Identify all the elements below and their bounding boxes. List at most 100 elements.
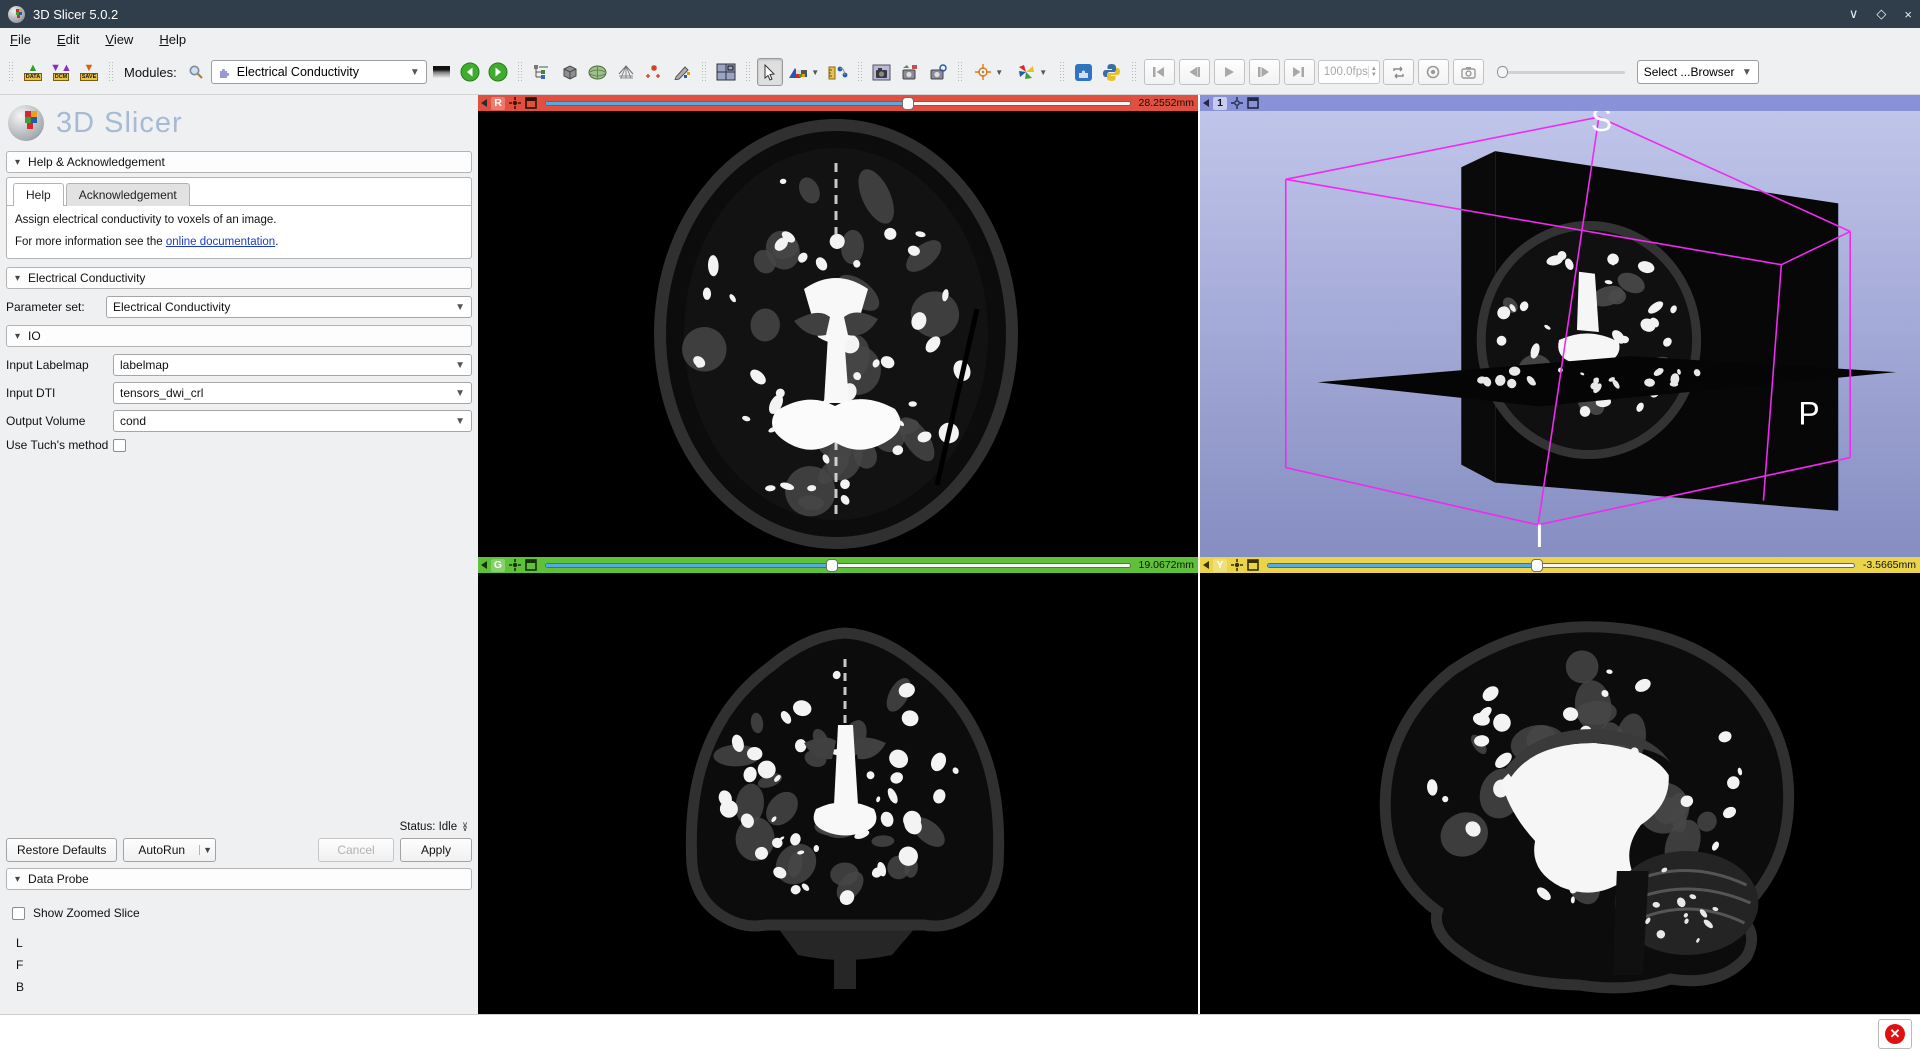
module-section-header[interactable]: ▾ Electrical Conductivity [6,267,472,289]
slice-menu-icon[interactable] [525,97,537,109]
toolbar-grip[interactable] [517,61,523,83]
sequence-next-button[interactable] [1249,59,1280,85]
toolbar-grip[interactable] [1131,61,1137,83]
mouse-interaction-button[interactable] [757,58,783,86]
sequence-play-button[interactable] [1214,59,1245,85]
toolbar-grip[interactable] [8,61,14,83]
python-console-button[interactable] [1099,58,1125,86]
error-log-button[interactable]: ✕ [1878,1019,1912,1049]
ruler-markups-button[interactable] [825,58,851,86]
green-slice-canvas[interactable] [478,573,1198,1014]
slice-menu-icon[interactable] [525,559,537,571]
slider-handle[interactable] [1531,559,1543,572]
error-log-icon: ✕ [1885,1024,1905,1044]
maximize-icon[interactable]: ◇ [1876,6,1886,22]
menu-file[interactable]: File [10,32,31,47]
tab-help[interactable]: Help [13,183,64,206]
red-slice-slider[interactable] [545,97,1131,109]
menu-view[interactable]: View [105,32,133,47]
load-data-button[interactable]: ▲ DATA [20,58,46,86]
online-documentation-link[interactable]: online documentation [166,236,275,248]
yellow-view-label: Y [1213,559,1227,572]
markups-button[interactable] [641,58,667,86]
slider-handle[interactable] [902,97,914,110]
toolbar-grip[interactable] [857,61,863,83]
yellow-slice-canvas[interactable] [1200,573,1920,1014]
threed-canvas[interactable]: S P I [1200,111,1920,557]
subject-hierarchy-button[interactable] [529,58,555,86]
toolbar-grip[interactable] [1059,61,1065,83]
input-dti-combobox[interactable]: tensors_dwi_crl ▼ [113,382,472,404]
sequence-first-button[interactable] [1144,59,1175,85]
python-icon [1102,63,1121,82]
sequence-record-button[interactable] [1418,59,1449,85]
sequence-loop-button[interactable] [1383,59,1414,85]
pin-arrow-icon[interactable] [481,99,487,107]
slice-menu-icon[interactable] [1247,559,1259,571]
restore-defaults-button[interactable]: Restore Defaults [6,838,117,862]
toolbar-grip[interactable] [108,61,114,83]
output-volume-combobox[interactable]: cond ▼ [113,410,472,432]
sequence-prev-button[interactable] [1179,59,1210,85]
module-history-button[interactable] [429,58,455,86]
slider-handle[interactable] [826,559,838,572]
sequence-fps-spinbox[interactable]: 100.0fps ▲▼ [1318,60,1380,84]
toolbar-grip[interactable] [745,61,751,83]
slice-link-icon[interactable] [509,559,521,571]
toolbar-grip[interactable] [701,61,707,83]
mesh-button[interactable] [613,58,639,86]
screenshot-button[interactable] [869,58,895,86]
data-probe-header[interactable]: ▾ Data Probe [6,868,472,890]
sequence-slider[interactable] [1497,62,1625,82]
models-button[interactable] [585,58,611,86]
slice-link-icon[interactable] [1231,559,1243,571]
green-slice-slider[interactable] [545,559,1131,571]
pin-arrow-icon[interactable] [481,561,487,569]
sequence-browser-combobox[interactable]: Select ...Browser ▼ [1637,60,1759,84]
sequence-snapshot-button[interactable] [1453,59,1484,85]
module-selector-combobox[interactable]: Electrical Conductivity ▼ [211,60,427,84]
autorun-button[interactable]: AutoRun ▼ [123,838,216,862]
annotate-button[interactable] [669,58,695,86]
red-slice-canvas[interactable] [478,111,1198,557]
window-level-button[interactable]: ▼ [785,58,823,86]
menu-edit[interactable]: Edit [57,32,79,47]
help-section-header[interactable]: ▾ Help & Acknowledgement [6,151,472,173]
module-back-button[interactable] [457,58,483,86]
autorun-dropdown-icon[interactable]: ▼ [199,845,215,855]
io-section-header[interactable]: ▾ IO [6,325,472,347]
dicom-button[interactable]: ▼▲ DCM [48,58,74,86]
slice-link-icon[interactable] [509,97,521,109]
center-view-icon[interactable] [1231,97,1243,109]
menu-help[interactable]: Help [159,32,186,47]
scene-restore-button[interactable] [925,58,951,86]
parameter-set-combobox[interactable]: Electrical Conductivity ▼ [106,296,472,318]
status-expand-icon[interactable]: ∨∨ [462,823,468,832]
input-labelmap-combobox[interactable]: labelmap ▼ [113,354,472,376]
toolbar-grip[interactable] [957,61,963,83]
save-button[interactable]: ▼ SAVE [76,58,102,86]
cancel-button[interactable]: Cancel [318,838,394,862]
pin-arrow-icon[interactable] [1203,561,1209,569]
yellow-slice-slider[interactable] [1267,559,1855,571]
scene-view-button[interactable] [897,58,923,86]
pin-arrow-icon[interactable] [1203,99,1209,107]
layout-selector-button[interactable] [713,58,739,86]
slider-handle[interactable] [1497,66,1508,78]
spinner-arrows-icon[interactable]: ▲▼ [1368,66,1379,78]
minimize-icon[interactable]: ∨ [1849,6,1859,22]
extensions-manager-button[interactable] [1071,58,1097,86]
apply-button[interactable]: Apply [400,838,472,862]
module-search-button[interactable] [183,58,209,86]
sequence-last-button[interactable] [1284,59,1315,85]
tab-acknowledgement[interactable]: Acknowledgement [66,183,190,206]
use-tuch-checkbox[interactable] [113,439,126,452]
volumes-button[interactable] [557,58,583,86]
module-forward-button[interactable] [485,58,511,86]
show-zoomed-slice-checkbox[interactable] [12,907,25,920]
seq-first-icon [1152,66,1166,78]
crosshair-button[interactable]: ▼ [969,58,1009,86]
transforms-button[interactable]: ▼ [1011,58,1053,86]
view-menu-icon[interactable] [1247,97,1259,109]
close-icon[interactable]: × [1904,7,1912,22]
